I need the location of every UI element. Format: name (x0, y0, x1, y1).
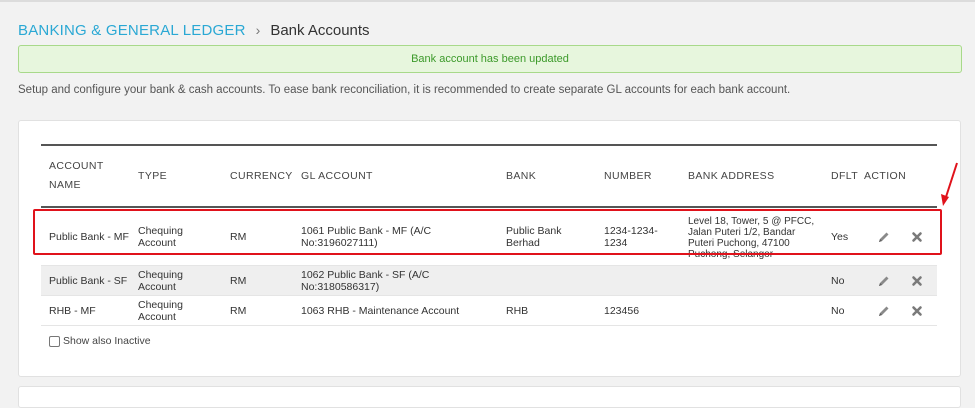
cell-currency: RM (222, 207, 293, 266)
cell-currency: RM (222, 265, 293, 296)
column-header-action: ACTION (864, 144, 937, 208)
bank-address-text: Level 18, Tower, 5 @ PFCC, Jalan Puteri … (688, 215, 815, 260)
column-header-bank[interactable]: BANK (498, 144, 596, 208)
cell-gl-account: 1061 Public Bank - MF (A/C No:3196027111… (293, 207, 498, 266)
bank-accounts-table: ACCOUNT NAME TYPE CURRENCY GL ACCOUNT BA… (41, 144, 937, 326)
breadcrumb-parent-link[interactable]: BANKING & GENERAL LEDGER (18, 22, 246, 39)
column-header-bank-address[interactable]: BANK ADDRESS (680, 144, 823, 208)
next-panel (18, 386, 961, 408)
cell-number: 1234-1234-1234 (596, 207, 680, 266)
cell-default: No (823, 265, 864, 296)
column-header-gl-account[interactable]: GL ACCOUNT (293, 144, 498, 208)
cell-number: 123456 (596, 295, 680, 326)
cell-bank (498, 265, 596, 296)
cell-bank: Public Bank Berhad (498, 207, 596, 266)
show-inactive-checkbox[interactable] (49, 335, 60, 347)
delete-close-icon[interactable] (910, 304, 924, 318)
show-inactive-label: Show also Inactive (63, 335, 151, 347)
cell-default: No (823, 295, 864, 326)
edit-pencil-icon[interactable] (877, 274, 891, 288)
table-row[interactable]: RHB - MF Chequing Account RM 1063 RHB - … (41, 295, 937, 326)
edit-pencil-icon[interactable] (877, 304, 891, 318)
breadcrumb: BANKING & GENERAL LEDGER › Bank Accounts (18, 21, 370, 39)
alert-message: Bank account has been updated (411, 53, 569, 65)
column-header-account-name[interactable]: ACCOUNT NAME (41, 144, 130, 208)
cell-actions (864, 295, 937, 326)
cell-type: Chequing Account (130, 207, 222, 266)
show-inactive-toggle[interactable]: Show also Inactive (49, 335, 151, 347)
success-alert: Bank account has been updated (18, 45, 962, 73)
cell-gl-account: 1063 RHB - Maintenance Account (293, 295, 498, 326)
edit-pencil-icon[interactable] (877, 230, 891, 244)
cell-bank-address (680, 295, 823, 326)
cell-account-name: RHB - MF (41, 295, 130, 326)
page-title: Bank Accounts (270, 21, 370, 39)
cell-bank-address (680, 265, 823, 296)
breadcrumb-separator: › (255, 22, 261, 38)
cell-type: Chequing Account (130, 295, 222, 326)
cell-type: Chequing Account (130, 265, 222, 296)
cell-actions (864, 265, 937, 296)
table-header-row: ACCOUNT NAME TYPE CURRENCY GL ACCOUNT BA… (41, 144, 937, 208)
bank-accounts-panel: ACCOUNT NAME TYPE CURRENCY GL ACCOUNT BA… (18, 120, 961, 377)
column-header-currency[interactable]: CURRENCY (222, 144, 293, 208)
column-header-number[interactable]: NUMBER (596, 144, 680, 208)
cell-gl-account: 1062 Public Bank - SF (A/C No:3180586317… (293, 265, 498, 296)
top-divider (0, 0, 975, 2)
cell-bank-address: Level 18, Tower, 5 @ PFCC, Jalan Puteri … (680, 207, 823, 266)
column-header-default[interactable]: DFLT (823, 144, 864, 208)
cell-bank: RHB (498, 295, 596, 326)
table-row[interactable]: Public Bank - SF Chequing Account RM 106… (41, 265, 937, 296)
cell-account-name: Public Bank - SF (41, 265, 130, 296)
cell-currency: RM (222, 295, 293, 326)
delete-close-icon[interactable] (910, 230, 924, 244)
cell-actions (864, 207, 937, 266)
table-row[interactable]: Public Bank - MF Chequing Account RM 106… (41, 207, 937, 266)
cell-account-name: Public Bank - MF (41, 207, 130, 266)
delete-close-icon[interactable] (910, 274, 924, 288)
cell-default: Yes (823, 207, 864, 266)
page-description: Setup and configure your bank & cash acc… (18, 84, 791, 96)
cell-number (596, 265, 680, 296)
column-header-type[interactable]: TYPE (130, 144, 222, 208)
